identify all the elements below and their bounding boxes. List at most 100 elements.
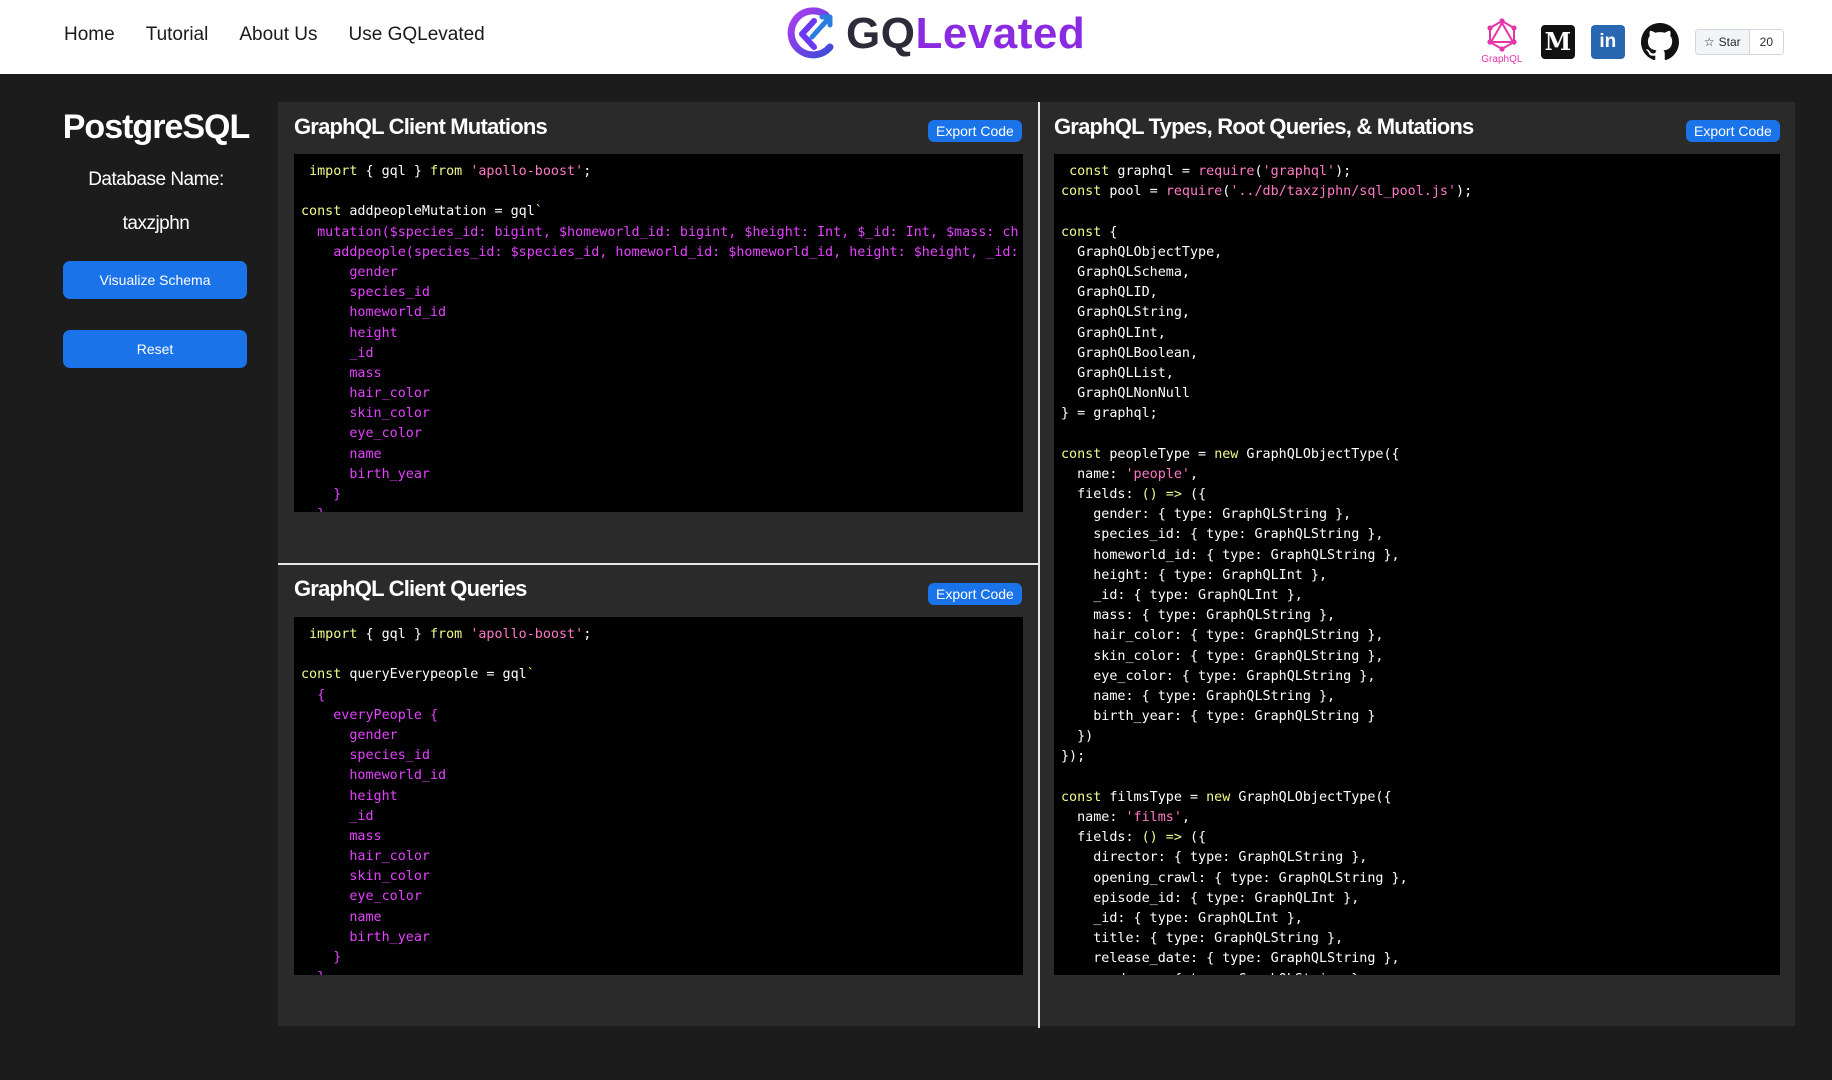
code-token: } [301,507,325,512]
code-line: { [301,686,1023,706]
medium-icon[interactable]: M [1540,24,1575,59]
code-line: gender: { type: GraphQLString }, [1061,505,1780,525]
nav-use-link[interactable]: Use GQLevated [349,24,485,46]
database-name-label: Database Name: [88,169,224,190]
code-token: queryEverypeople = gql [341,667,527,683]
code-line: const { [1061,223,1780,243]
code-token: birth_year [301,466,430,482]
types-code-editor[interactable]: const graphql = require('graphql'); const… [1054,154,1780,975]
code-token: name [301,909,382,925]
code-line: opening_crawl: { type: GraphQLString }, [1061,869,1780,889]
horizontal-divider[interactable] [278,563,1038,565]
code-token: hair_color: { type: GraphQLString }, [1061,628,1384,644]
code-line: hair_color: { type: GraphQLString }, [1061,626,1780,646]
code-token: hair_color [301,386,430,402]
code-token: GraphQLObjectType({ [1238,446,1400,462]
code-token: ; [583,627,592,642]
code-line: hair_color [301,847,1023,867]
nav-about-link[interactable]: About Us [239,24,317,46]
code-token: GraphQLBoolean, [1061,345,1199,361]
code-line: import { gql } from 'apollo-boost'; [301,162,1023,182]
brand-logo[interactable]: GQLevated [786,6,1085,62]
code-line: eye_color [301,424,1023,444]
nav-tutorial-link[interactable]: Tutorial [146,24,209,46]
code-line: skin_color [301,867,1023,887]
star-label: Star [1718,34,1741,49]
github-icon[interactable] [1640,22,1679,61]
code-line: name [301,908,1023,928]
code-token: height: { type: GraphQLInt }, [1061,567,1328,583]
nav-home-link[interactable]: Home [64,24,115,46]
code-token: height [301,788,398,804]
code-token: GraphQLNonNull [1061,386,1190,402]
code-line: mass [301,364,1023,384]
linkedin-icon[interactable]: in [1590,24,1625,59]
code-token: const [1061,184,1102,200]
code-token: opening_crawl: { type: GraphQLString }, [1061,870,1408,886]
code-token: homeworld_id [301,305,447,321]
code-line: fields: () => ({ [1061,485,1780,505]
code-line: const queryEverypeople = gql` [301,665,1023,685]
graphql-label: GraphQL [1481,54,1523,65]
code-line: GraphQLInt, [1061,324,1780,344]
reset-button[interactable]: Reset [63,330,247,368]
visualize-schema-button[interactable]: Visualize Schema [63,261,247,299]
code-token: 'people' [1125,466,1191,482]
queries-code-editor[interactable]: import { gql } from 'apollo-boost'; const… [294,617,1023,975]
code-token: } [301,950,342,965]
nav-links: Home Tutorial About Us Use GQLevated [64,24,485,46]
code-line: const pool = require('../db/taxzjphn/sql… [1061,182,1780,202]
code-token: species_id: { type: GraphQLString }, [1061,527,1384,543]
queries-panel-title: GraphQL Client Queries [294,576,527,601]
code-line: eye_color [301,887,1023,907]
code-line: const peopleType = new GraphQLObjectType… [1061,445,1780,465]
code-token: ); [1456,184,1473,200]
queries-export-button[interactable]: Export Code [928,583,1022,605]
github-star-button[interactable]: ☆ Star 20 [1694,28,1784,55]
code-line: mass [301,827,1023,847]
code-line: skin_color: { type: GraphQLString }, [1061,647,1780,667]
vertical-divider[interactable] [1038,102,1040,1028]
code-line: hair_color [301,384,1023,404]
code-line: species_id [301,746,1023,766]
code-token: fields: [1061,830,1142,846]
code-token: episode_id: { type: GraphQLInt }, [1061,890,1360,906]
code-line: GraphQLSchema, [1061,263,1780,283]
mutations-export-button[interactable]: Export Code [928,120,1022,142]
code-line: everyPeople { [301,706,1023,726]
code-token: ; [583,164,592,179]
code-line: } [301,505,1023,512]
code-line: birth_year [301,465,1023,485]
types-export-button[interactable]: Export Code [1686,120,1780,142]
code-token: ` [526,667,535,683]
code-line: gender [301,726,1023,746]
code-line: height [301,787,1023,807]
code-token: const [1061,789,1102,805]
code-token: ); [1335,164,1352,179]
code-token: const [1061,446,1102,462]
star-count: 20 [1749,29,1783,54]
code-token: new [1206,789,1231,805]
code-line: birth_year [301,928,1023,948]
code-line: homeworld_id [301,303,1023,323]
mutations-code-editor[interactable]: import { gql } from 'apollo-boost'; const… [294,154,1023,512]
code-line: GraphQLString, [1061,303,1780,323]
code-line: height [301,324,1023,344]
code-token: { gql } [357,164,430,179]
code-token: title: { type: GraphQLString }, [1061,931,1344,947]
code-line: }) [1061,727,1780,747]
code-token: GraphQLInt, [1061,325,1166,341]
code-token: birth_year [301,929,430,945]
code-line: episode_id: { type: GraphQLInt }, [1061,889,1780,909]
code-token: gender: { type: GraphQLString }, [1061,507,1352,523]
code-token: require [1198,164,1255,179]
code-line: height: { type: GraphQLInt }, [1061,566,1780,586]
graphql-link[interactable]: GraphQL [1479,18,1525,65]
code-token: pool = [1101,184,1166,200]
code-token: const [301,204,342,220]
code-token: mutation($species_id: bigint, $homeworld… [301,224,1019,240]
code-token: eye_color [301,426,422,442]
code-line: species_id [301,283,1023,303]
code-token: }); [1061,749,1086,765]
